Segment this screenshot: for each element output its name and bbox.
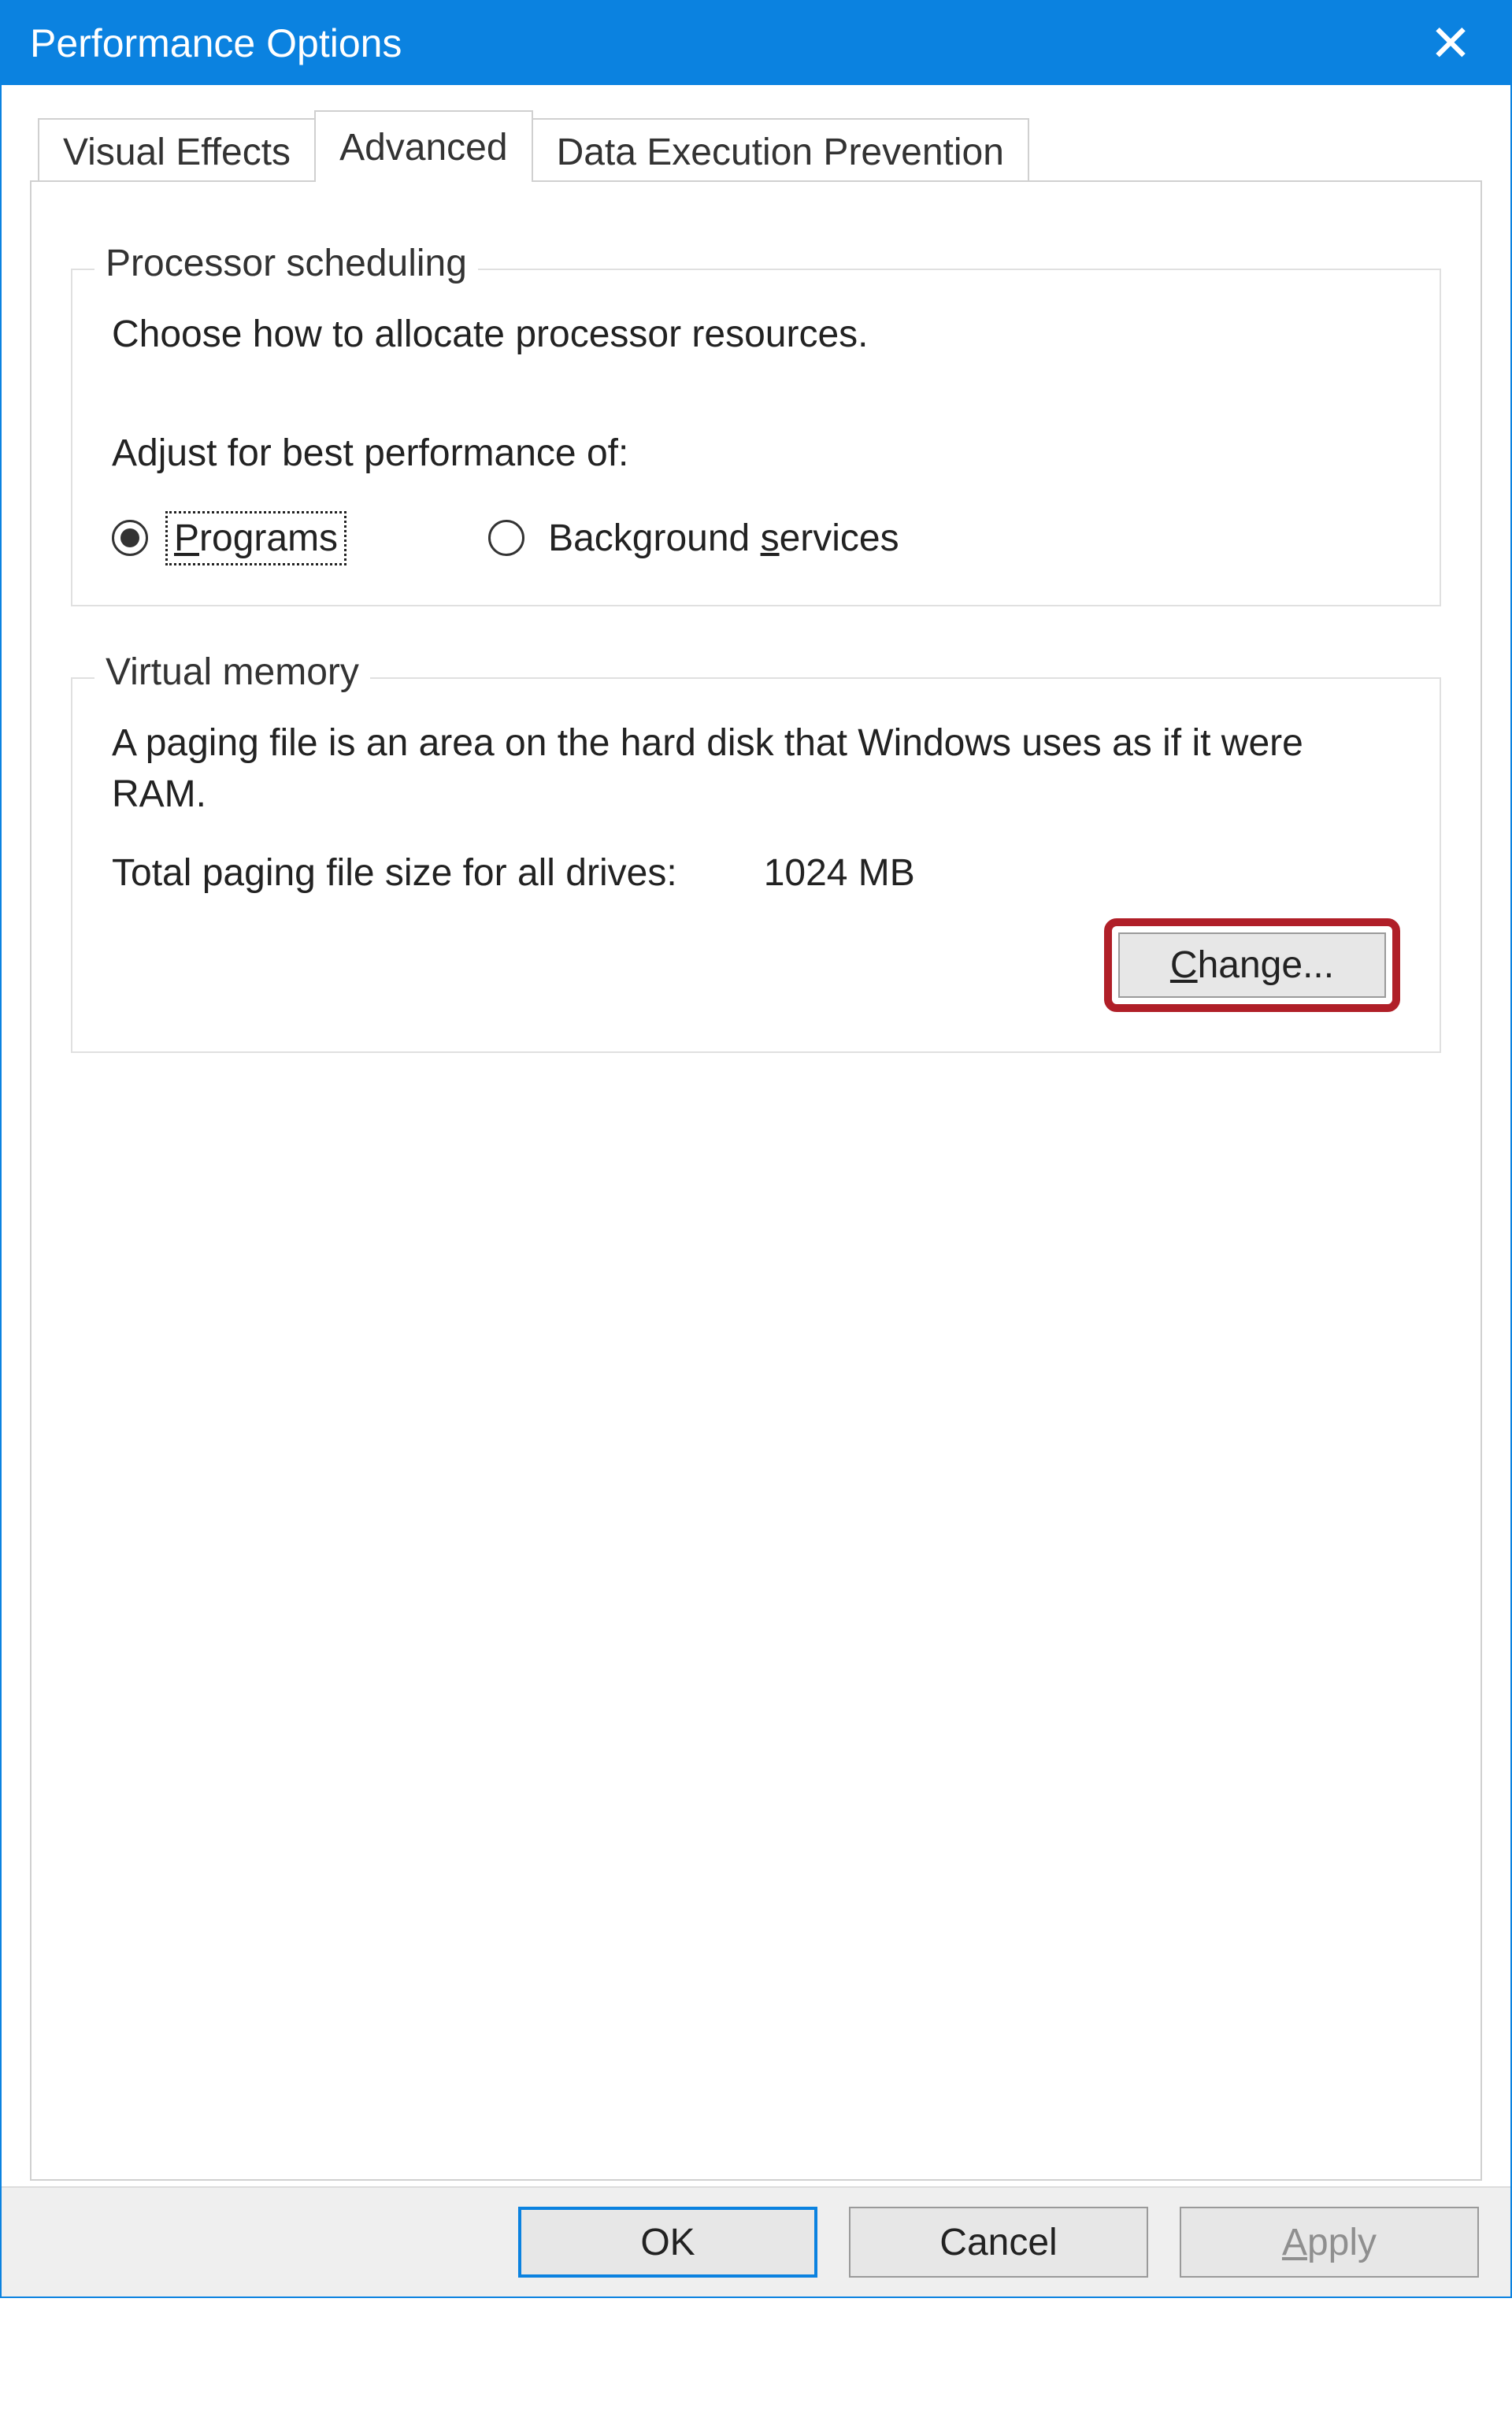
adjust-for-label: Adjust for best performance of: — [112, 432, 1400, 475]
tab-advanced[interactable]: Advanced — [314, 110, 533, 182]
virtualmem-total-row: Total paging file size for all drives: 1… — [112, 851, 1400, 895]
tab-panel-advanced: Processor scheduling Choose how to alloc… — [30, 180, 1482, 2181]
cancel-button[interactable]: Cancel — [849, 2207, 1148, 2278]
virtualmem-total-value: 1024 MB — [764, 851, 915, 895]
virtualmem-description: A paging file is an area on the hard dis… — [112, 718, 1400, 821]
client-area: Visual Effects Advanced Data Execution P… — [2, 85, 1510, 2297]
group-legend-virtualmem: Virtual memory — [94, 651, 370, 694]
performance-options-window: Performance Options ✕ Visual Effects Adv… — [0, 0, 1512, 2298]
tab-visual-effects[interactable]: Visual Effects — [38, 118, 316, 182]
dialog-button-bar: OK Cancel Apply — [2, 2186, 1510, 2297]
group-legend-processor: Processor scheduling — [94, 242, 478, 285]
radio-programs[interactable]: Programs — [112, 511, 346, 565]
ok-button[interactable]: OK — [518, 2207, 817, 2278]
group-virtual-memory: Virtual memory A paging file is an area … — [71, 677, 1441, 1054]
radio-background-indicator — [488, 520, 524, 556]
processor-radio-group: Programs Background services — [112, 511, 1400, 565]
radio-background-label: Background services — [542, 513, 906, 563]
change-button[interactable]: Change... — [1118, 932, 1386, 998]
apply-button: Apply — [1180, 2207, 1479, 2278]
radio-programs-indicator — [112, 520, 148, 556]
tabs-row: Visual Effects Advanced Data Execution P… — [30, 117, 1482, 182]
close-icon[interactable]: ✕ — [1419, 12, 1482, 75]
processor-description: Choose how to allocate processor resourc… — [112, 310, 1400, 361]
virtualmem-total-label: Total paging file size for all drives: — [112, 851, 677, 895]
titlebar: Performance Options ✕ — [2, 2, 1510, 85]
change-button-highlight: Change... — [1104, 918, 1400, 1012]
virtualmem-change-row: Change... — [112, 918, 1400, 1012]
radio-background-services[interactable]: Background services — [488, 513, 906, 563]
radio-programs-label: Programs — [165, 511, 346, 565]
window-title: Performance Options — [30, 20, 402, 66]
group-processor-scheduling: Processor scheduling Choose how to alloc… — [71, 269, 1441, 606]
tab-dep[interactable]: Data Execution Prevention — [532, 118, 1029, 182]
